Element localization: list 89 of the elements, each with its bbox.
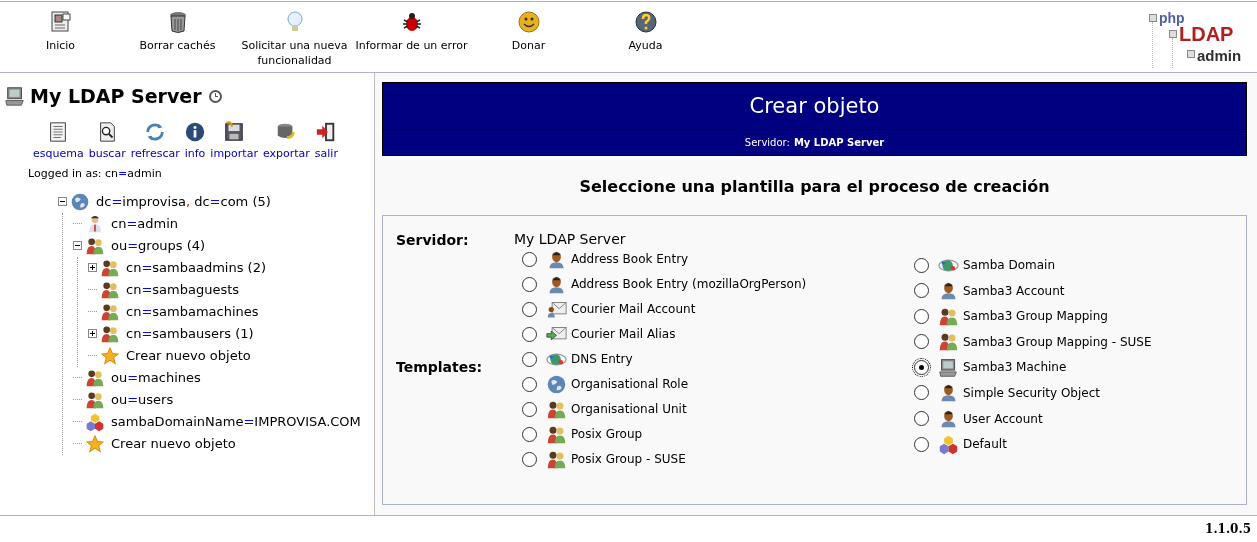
radio-button[interactable] — [914, 334, 929, 350]
computer-icon — [4, 85, 26, 108]
expand-icon[interactable] — [88, 329, 97, 338]
radio-button[interactable] — [522, 426, 537, 442]
section-heading: Seleccione una plantilla para el proceso de creación — [578, 176, 1051, 198]
action-link[interactable]: exportar — [261, 120, 311, 162]
template-option[interactable]: Posix Group - SUSE — [522, 448, 906, 470]
info-icon — [184, 120, 206, 143]
template-option[interactable]: Posix Group — [522, 423, 906, 445]
radio-button[interactable] — [914, 308, 929, 324]
template-option[interactable]: Simple Security Object — [914, 381, 1152, 404]
toolbar-link[interactable]: Inicio — [2, 10, 119, 72]
logged-in-text: Logged in as: cn=admin — [27, 166, 163, 182]
field-label: Servidor: — [396, 231, 470, 250]
template-option[interactable]: Default — [914, 433, 1152, 456]
tree-entry[interactable]: cn=sambamachines — [126, 301, 259, 322]
tree-entry[interactable]: dc=improvisa, dc=com (5) — [96, 191, 271, 212]
tree-entry[interactable]: cn=sambaguests — [126, 279, 240, 300]
computer-icon — [938, 356, 959, 378]
radio-button[interactable] — [522, 401, 537, 417]
field-label: Templates: — [396, 358, 484, 377]
template-option[interactable]: DNS Entry — [522, 348, 906, 370]
toolbar-link[interactable]: Solicitar una nueva funcionalidad — [236, 10, 353, 72]
template-option[interactable]: Organisational Role — [522, 373, 906, 395]
collapse-icon[interactable] — [73, 241, 82, 250]
template-option[interactable]: Courier Mail Account — [522, 298, 906, 320]
action-link[interactable]: salir — [313, 120, 339, 162]
radio-button[interactable] — [522, 276, 537, 292]
collapse-icon[interactable] — [58, 197, 67, 206]
template-option[interactable]: User Account — [914, 407, 1152, 430]
action-link[interactable]: esquema — [32, 120, 85, 162]
server-label: Servidor: — [744, 137, 790, 148]
globe-icon — [546, 373, 567, 395]
action-link[interactable]: info — [183, 120, 207, 162]
star-icon — [85, 433, 105, 454]
server-name: My LDAP Server — [30, 84, 202, 109]
radio-button[interactable] — [914, 385, 929, 401]
globe-icon — [70, 191, 90, 212]
toolbar-link[interactable]: Donar — [470, 10, 587, 72]
cubes-icon — [85, 411, 105, 432]
star-icon — [100, 345, 120, 366]
server-value: My LDAP Server — [793, 137, 885, 148]
action-link[interactable]: importar — [209, 120, 259, 162]
template-option[interactable]: Samba Domain — [914, 254, 1152, 276]
radio-button[interactable] — [914, 283, 929, 299]
smiley-icon — [516, 10, 541, 34]
radio-button[interactable] — [522, 376, 537, 392]
create-object-link[interactable]: Crear nuevo objeto — [111, 433, 236, 454]
template-option[interactable]: Samba3 Group Mapping - SUSE — [914, 330, 1152, 353]
template-option[interactable]: Samba3 Machine — [914, 356, 1152, 379]
server-value: My LDAP Server — [514, 230, 627, 248]
toolbar-link[interactable]: Borrar cachés — [119, 10, 236, 72]
version-text: 1.1.0.5 — [1205, 521, 1251, 538]
template-option[interactable]: Samba3 Account — [914, 279, 1152, 302]
cubes-icon — [938, 433, 959, 455]
radio-button[interactable] — [522, 451, 537, 467]
radio-button[interactable] — [914, 257, 929, 273]
refresh-icon — [144, 120, 167, 143]
action-link[interactable]: buscar — [87, 120, 127, 162]
id-card-icon — [48, 10, 73, 34]
tree-entry[interactable]: ou=groups (4) — [111, 235, 206, 256]
radio-button[interactable] — [522, 251, 537, 267]
radio-button[interactable] — [522, 301, 537, 317]
radio-button[interactable] — [522, 326, 537, 342]
radio-button[interactable] — [914, 411, 929, 427]
radio-button[interactable] — [522, 351, 537, 367]
help-icon — [633, 10, 658, 34]
template-option[interactable]: Samba3 Group Mapping — [914, 305, 1152, 328]
template-option[interactable]: Address Book Entry (mozillaOrgPerson) — [522, 273, 906, 295]
template-option[interactable]: Organisational Unit — [522, 398, 906, 420]
radio-button[interactable] — [914, 359, 929, 375]
page-title: Crear objeto — [383, 83, 1246, 130]
toolbar-link[interactable]: Informar de un error — [353, 10, 470, 72]
tree-entry[interactable]: cn=admin — [111, 213, 179, 234]
clock-icon[interactable] — [208, 89, 222, 103]
template-option[interactable]: Address Book Entry — [522, 248, 906, 270]
create-object-link[interactable]: Crear nuevo objeto — [126, 345, 251, 366]
expand-icon[interactable] — [88, 263, 97, 272]
tree-entry[interactable]: cn=sambausers (1) — [126, 323, 254, 344]
tree-entry[interactable]: ou=users — [111, 389, 174, 410]
group-icon — [938, 331, 959, 353]
action-link[interactable]: refrescar — [129, 120, 181, 162]
template-option[interactable]: Courier Mail Alias — [522, 323, 906, 345]
tree-entry[interactable]: cn=sambaadmins (2) — [126, 257, 266, 278]
phpldapadmin-logo: php LDAP admin — [1139, 10, 1253, 70]
tree-entry[interactable]: sambaDomainName=IMPROVISA.COM — [111, 411, 361, 432]
radio-button[interactable] — [914, 436, 929, 452]
tree-entry[interactable]: ou=machines — [111, 367, 201, 388]
toolbar-link[interactable]: Ayuda — [587, 10, 704, 72]
